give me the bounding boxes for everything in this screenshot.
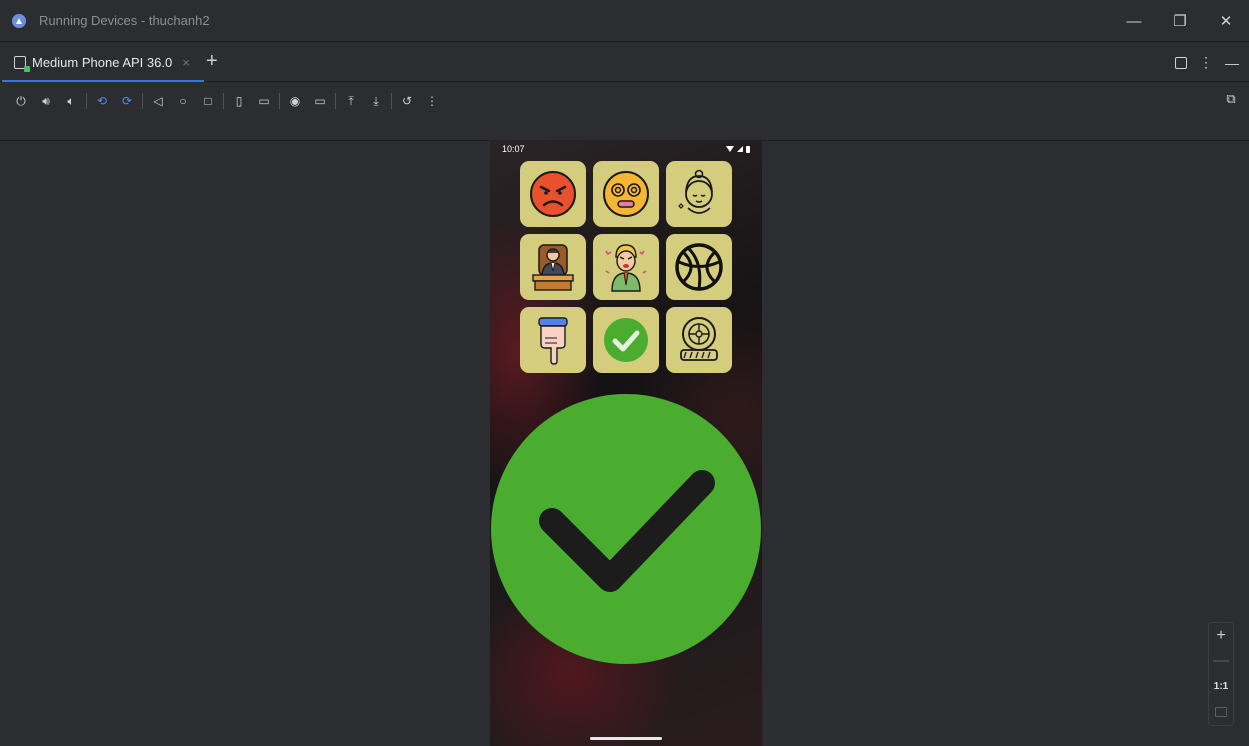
toolbar-divider <box>223 93 224 109</box>
tile-relaxed-woman[interactable] <box>666 161 732 227</box>
tile-basketball[interactable] <box>666 234 732 300</box>
volume-up-icon[interactable]: 🔊︎ <box>36 91 56 111</box>
toolbar-divider <box>279 93 280 109</box>
device-manager-icon[interactable] <box>1175 56 1187 69</box>
device-icon <box>14 56 30 72</box>
overview-icon[interactable]: □ <box>198 91 218 111</box>
android-studio-logo-icon <box>12 13 26 28</box>
signal-icon <box>737 146 743 152</box>
dizzy-face-icon <box>603 171 649 217</box>
extended-controls-icon[interactable]: ▭ <box>254 91 274 111</box>
more-actions-icon[interactable]: ⋮ <box>422 91 442 111</box>
toolbar-divider <box>391 93 392 109</box>
angry-face-icon <box>530 171 576 217</box>
tab-medium-phone[interactable]: Medium Phone API 36.0 × <box>0 43 204 82</box>
result-check-icon <box>491 394 761 664</box>
title-bar: Running Devices - thuchanh2 — ❐ ✕ <box>0 0 1249 42</box>
wifi-icon <box>726 146 734 152</box>
zoom-out-button[interactable]: — <box>1209 649 1233 675</box>
fit-screen-icon <box>1215 707 1227 718</box>
toolbar-divider <box>142 93 143 109</box>
toolbar-divider <box>86 93 87 109</box>
tile-angry-man[interactable] <box>593 234 659 300</box>
tab-close-icon[interactable]: × <box>182 55 190 70</box>
rotate-left-icon[interactable]: ⟲ <box>92 91 112 111</box>
window-controls: — ❐ ✕ <box>1111 0 1249 42</box>
phone-screen[interactable]: 10:07 <box>490 140 762 746</box>
toolbar-divider <box>335 93 336 109</box>
device-tab-bar: Medium Phone API 36.0 × + ⋮ — <box>0 43 1249 82</box>
back-icon[interactable]: ◁ <box>148 91 168 111</box>
battery-icon <box>746 145 750 153</box>
status-time: 10:07 <box>502 144 525 154</box>
tile-dizzy-face[interactable] <box>593 161 659 227</box>
power-icon[interactable]: ⏻ <box>11 91 31 111</box>
add-device-button[interactable]: + <box>206 51 218 71</box>
home-icon[interactable]: ○ <box>173 91 193 111</box>
tile-angry-face[interactable] <box>520 161 586 227</box>
tab-actions: ⋮ — <box>1175 43 1239 82</box>
zoom-controls: + — 1:1 <box>1208 622 1234 726</box>
screenshot-icon[interactable]: ◉ <box>285 91 305 111</box>
tile-check[interactable] <box>593 307 659 373</box>
minimize-button[interactable]: — <box>1111 0 1157 42</box>
layout-inspector-icon[interactable]: ⧉ <box>1223 91 1239 107</box>
angry-man-icon <box>605 244 647 292</box>
basketball-icon <box>675 243 723 291</box>
tile-tire[interactable] <box>666 307 732 373</box>
device-settings-icon[interactable]: ▯ <box>229 91 249 111</box>
tab-label: Medium Phone API 36.0 <box>32 55 173 70</box>
more-options-icon[interactable]: ⋮ <box>1199 54 1213 71</box>
tile-pointing-hand[interactable] <box>520 307 586 373</box>
reset-icon[interactable]: ↺ <box>397 91 417 111</box>
close-window-button[interactable]: ✕ <box>1203 0 1249 42</box>
device-toolbar: ⏻ 🔊︎ 🔈︎ ⟲ ⟳ ◁ ○ □ ▯ ▭ ◉ ▭ ⤒ ⤓ ↺ ⋮ ⧉ <box>0 83 1249 119</box>
actual-size-button[interactable]: 1:1 <box>1209 674 1233 700</box>
status-bar: 10:07 <box>490 140 762 158</box>
fit-screen-button[interactable] <box>1209 700 1233 726</box>
window-title: Running Devices - thuchanh2 <box>39 13 210 28</box>
tile-boss-at-desk[interactable] <box>520 234 586 300</box>
status-icons <box>726 145 750 153</box>
rotate-right-icon[interactable]: ⟳ <box>117 91 137 111</box>
check-icon <box>604 318 648 362</box>
download-icon[interactable]: ⤓ <box>366 91 386 111</box>
tire-icon <box>680 317 718 361</box>
relaxed-woman-icon <box>678 169 713 214</box>
pointing-hand-icon <box>538 317 568 365</box>
restore-button[interactable]: ❐ <box>1157 0 1203 42</box>
volume-down-icon[interactable]: 🔈︎ <box>61 91 81 111</box>
screen-record-icon[interactable]: ▭ <box>310 91 330 111</box>
gesture-nav-handle[interactable] <box>590 737 662 740</box>
hide-panel-icon[interactable]: — <box>1225 55 1239 71</box>
upload-icon[interactable]: ⤒ <box>341 91 361 111</box>
boss-at-desk-icon <box>532 244 574 291</box>
zoom-in-button[interactable]: + <box>1209 623 1233 649</box>
